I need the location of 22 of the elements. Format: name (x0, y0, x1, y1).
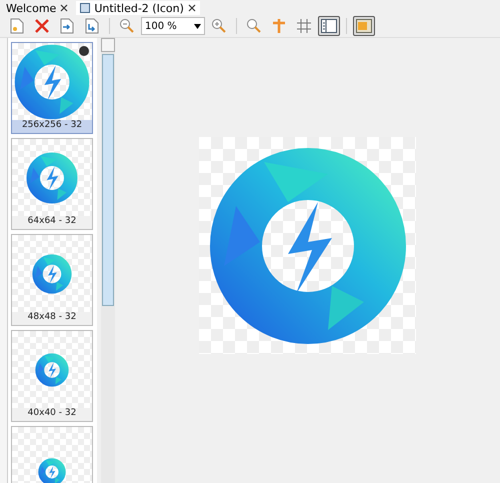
panel-button[interactable] (318, 16, 340, 36)
tab-label: Untitled-2 (Icon) (94, 2, 184, 14)
document-icon (80, 3, 90, 13)
close-icon[interactable] (60, 4, 68, 12)
icon-thumbnail[interactable]: 256x256 - 32 (11, 42, 93, 134)
tab-label: Welcome (6, 2, 56, 14)
scrollbar-thumb[interactable] (102, 54, 114, 306)
dropdown-caret-icon (194, 24, 201, 28)
ring-logo-icon (26, 152, 78, 204)
scroll-up-button[interactable] (101, 38, 115, 52)
ring-logo-icon (208, 146, 408, 346)
ring-logo-icon (35, 352, 69, 386)
background-button[interactable] (353, 16, 375, 36)
icon-thumbnail[interactable]: 40x40 - 32 (11, 330, 93, 422)
ring-logo-icon (14, 44, 90, 120)
close-icon[interactable] (188, 4, 196, 12)
document-tab[interactable]: Untitled-2 (Icon) (76, 1, 200, 15)
icon-thumbnail[interactable]: 64x64 - 32 (11, 138, 93, 230)
ring-logo-icon (32, 254, 72, 294)
icon-thumbnail[interactable]: 48x48 - 32 (11, 234, 93, 326)
ring-logo-icon (38, 458, 66, 483)
zoom-dropdown[interactable]: 100 % (141, 17, 205, 35)
